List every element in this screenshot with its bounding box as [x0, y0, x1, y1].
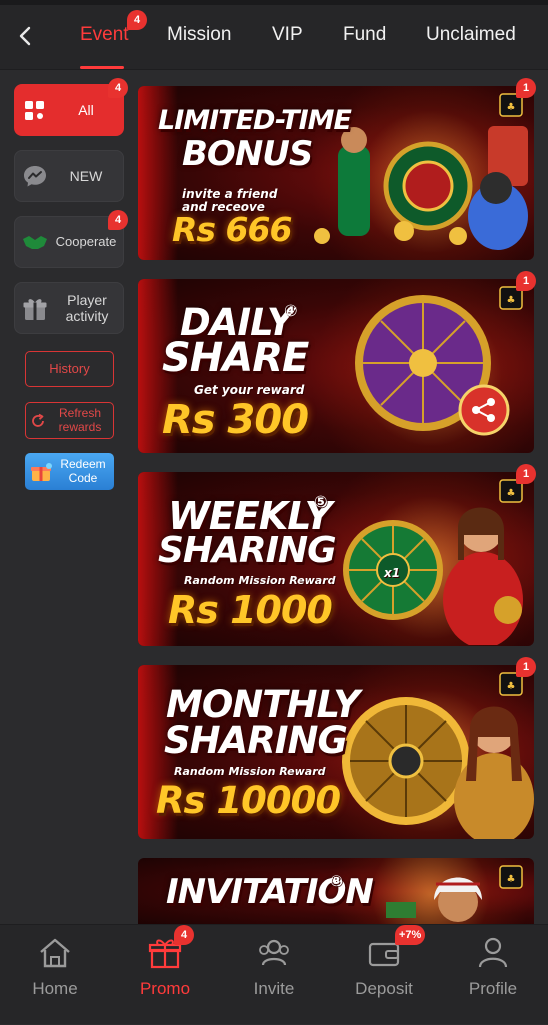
- nav-item-profile[interactable]: Profile: [438, 925, 548, 1025]
- grid-icon: [25, 101, 44, 120]
- banner-title-line2: BONUS: [182, 134, 313, 174]
- banner-badge: 1: [516, 271, 536, 291]
- refresh-rewards-label: Refresh rewards: [58, 406, 102, 434]
- tab-mission[interactable]: Mission: [167, 24, 231, 46]
- banner-title-line1: MONTHLY: [166, 683, 360, 726]
- banner-mark: ⑤: [314, 492, 328, 511]
- refresh-icon: [32, 413, 44, 427]
- svg-text:♣: ♣: [507, 295, 516, 306]
- promo-banner-daily-share[interactable]: DAILY ④ SHARE Get your reward Rs 300 ♣: [138, 279, 534, 453]
- bottom-nav-bar: Home Promo 4 Invite Deposit +7% Profile: [0, 924, 548, 1024]
- sidebar-item-label: All: [78, 102, 94, 118]
- banner-subtitle: Random Mission Reward: [174, 765, 326, 778]
- svg-text:♣: ♣: [507, 874, 516, 885]
- banner-mark: ④: [284, 301, 298, 320]
- banner-amount: Rs 666: [172, 210, 292, 249]
- nav-label: Promo: [139, 979, 191, 998]
- svg-text:♣: ♣: [507, 102, 516, 113]
- banner-title-line2: SHARE: [162, 335, 309, 381]
- banner-badge: 1: [516, 464, 536, 484]
- handshake-icon: [23, 236, 47, 249]
- nav-deposit-badge: +7%: [395, 925, 426, 945]
- nav-item-promo[interactable]: Promo 4: [110, 925, 220, 1025]
- sidebar-item-player-activity[interactable]: Player activity: [14, 282, 124, 334]
- wheel-multiplier: x1: [384, 566, 401, 580]
- promo-banner-invitation[interactable]: INVITATION ③ ♣: [138, 858, 534, 924]
- promo-banner-weekly-sharing[interactable]: x1 WEEKLY ⑤ SHARING Random Mission Rewar…: [138, 472, 534, 646]
- promo-banner-monthly-sharing[interactable]: MONTHLY SHARING Random Mission Reward Rs…: [138, 665, 534, 839]
- banner-mark: ③: [330, 872, 343, 890]
- redeem-gift-icon: [31, 463, 52, 481]
- tab-event-badge: 4: [127, 10, 147, 30]
- banner-subtitle: Get your reward: [194, 383, 305, 397]
- prize-wheel-illustration: [355, 295, 510, 436]
- tab-event[interactable]: Event: [80, 24, 129, 46]
- nav-promo-badge: 4: [174, 925, 194, 945]
- banner-title-line2: SHARING: [164, 719, 348, 762]
- tab-unclaimed[interactable]: Unclaimed: [426, 24, 516, 46]
- home-icon: [40, 938, 70, 968]
- chat-bubble-icon: [24, 166, 46, 187]
- banner-amount: Rs 1000: [168, 588, 333, 632]
- tab-fund[interactable]: Fund: [343, 24, 386, 46]
- banner-title-line1: LIMITED-TIME: [158, 105, 352, 136]
- brand-logo-icon: ♣: [499, 865, 523, 889]
- tab-vip[interactable]: VIP: [272, 24, 303, 46]
- people-icon: [259, 939, 289, 966]
- banner-amount: Rs 10000: [156, 779, 341, 822]
- nav-label: Profile: [468, 979, 518, 998]
- nav-label: Invite: [253, 979, 295, 998]
- svg-text:♣: ♣: [507, 681, 516, 692]
- banner-badge: 1: [516, 657, 536, 677]
- nav-label: Deposit: [355, 979, 413, 998]
- redeem-code-label: Redeem Code: [60, 457, 106, 485]
- svg-text:♣: ♣: [507, 488, 516, 499]
- banner-badge: 1: [516, 78, 536, 98]
- top-tab-bar: Event 4 Mission VIP Fund Unclaimed: [0, 0, 548, 70]
- history-button[interactable]: History: [25, 351, 114, 387]
- nav-label: Home: [32, 979, 78, 998]
- nav-item-invite[interactable]: Invite: [219, 925, 329, 1025]
- green-wheel-illustration: [343, 507, 523, 645]
- sidebar-cooperate-badge: 4: [108, 210, 128, 230]
- nav-item-deposit[interactable]: Deposit +7%: [329, 925, 439, 1025]
- refresh-rewards-button[interactable]: Refresh rewards: [25, 402, 114, 439]
- sidebar-all-badge: 4: [108, 78, 128, 98]
- banner-subtitle: Random Mission Reward: [184, 574, 336, 587]
- gift-box-icon: [23, 299, 47, 320]
- sidebar-item-label: Cooperate: [55, 234, 117, 249]
- sidebar-item-label: NEW: [69, 168, 103, 184]
- redeem-code-button[interactable]: Redeem Code: [25, 453, 114, 490]
- status-strip: [0, 0, 548, 5]
- active-tab-indicator: [80, 66, 124, 69]
- banner-title-line2: SHARING: [158, 530, 337, 571]
- sidebar-item-label: Player activity: [65, 292, 109, 324]
- banner-title-line1: WEEKLY: [168, 494, 332, 538]
- back-arrow-icon[interactable]: [12, 22, 40, 50]
- promo-banner-limited-time-bonus[interactable]: LIMITED-TIME BONUS invite a friend and r…: [138, 86, 534, 260]
- nav-item-home[interactable]: Home: [0, 925, 110, 1025]
- sidebar-item-new[interactable]: NEW: [14, 150, 124, 202]
- person-icon: [478, 937, 508, 968]
- banner-amount: Rs 300: [162, 397, 309, 443]
